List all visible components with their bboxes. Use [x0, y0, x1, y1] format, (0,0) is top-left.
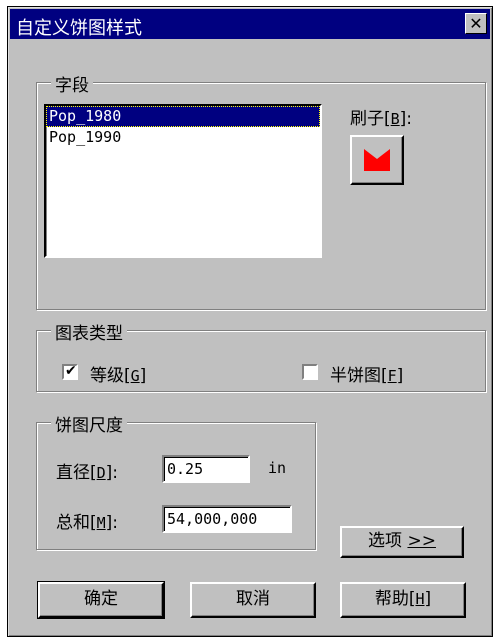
- ok-button[interactable]: 确定: [37, 581, 165, 619]
- brush-button[interactable]: [350, 135, 404, 185]
- diameter-input[interactable]: 0.25: [162, 455, 250, 483]
- pie-brush-swatch-icon: [364, 149, 390, 171]
- total-label: 总和[M]:: [56, 513, 119, 533]
- diameter-label: 直径[D]:: [56, 463, 119, 483]
- field-list-item-pop-1980[interactable]: Pop_1980: [46, 106, 320, 127]
- field-listbox[interactable]: Pop_1980 Pop_1990: [44, 104, 322, 258]
- graduated-checkbox[interactable]: ✔: [62, 363, 78, 380]
- checkmark-icon: ✔: [65, 363, 77, 379]
- field-list-item-pop-1990[interactable]: Pop_1990: [46, 127, 320, 148]
- half-pie-label[interactable]: 半饼图[F]: [330, 361, 403, 386]
- dialog-title: 自定义饼图样式: [16, 18, 142, 39]
- cancel-button[interactable]: 取消: [190, 582, 316, 618]
- pie-size-legend: 饼图尺度: [51, 411, 127, 436]
- brush-label: 刷子[B]:: [350, 109, 413, 129]
- diameter-unit: in: [268, 459, 287, 477]
- fields-group-legend: 字段: [51, 71, 93, 96]
- chart-type-legend: 图表类型: [51, 319, 127, 344]
- graduated-label[interactable]: 等级[G]: [90, 361, 146, 386]
- options-button[interactable]: 选项 >>: [340, 526, 464, 558]
- half-pie-checkbox[interactable]: [302, 364, 318, 380]
- title-bar: 自定义饼图样式 ✕: [10, 9, 490, 39]
- total-input[interactable]: 54,000,000: [162, 505, 292, 533]
- close-icon: ✕: [469, 14, 483, 33]
- help-button[interactable]: 帮助[H]: [340, 582, 466, 618]
- close-button[interactable]: ✕: [465, 13, 487, 34]
